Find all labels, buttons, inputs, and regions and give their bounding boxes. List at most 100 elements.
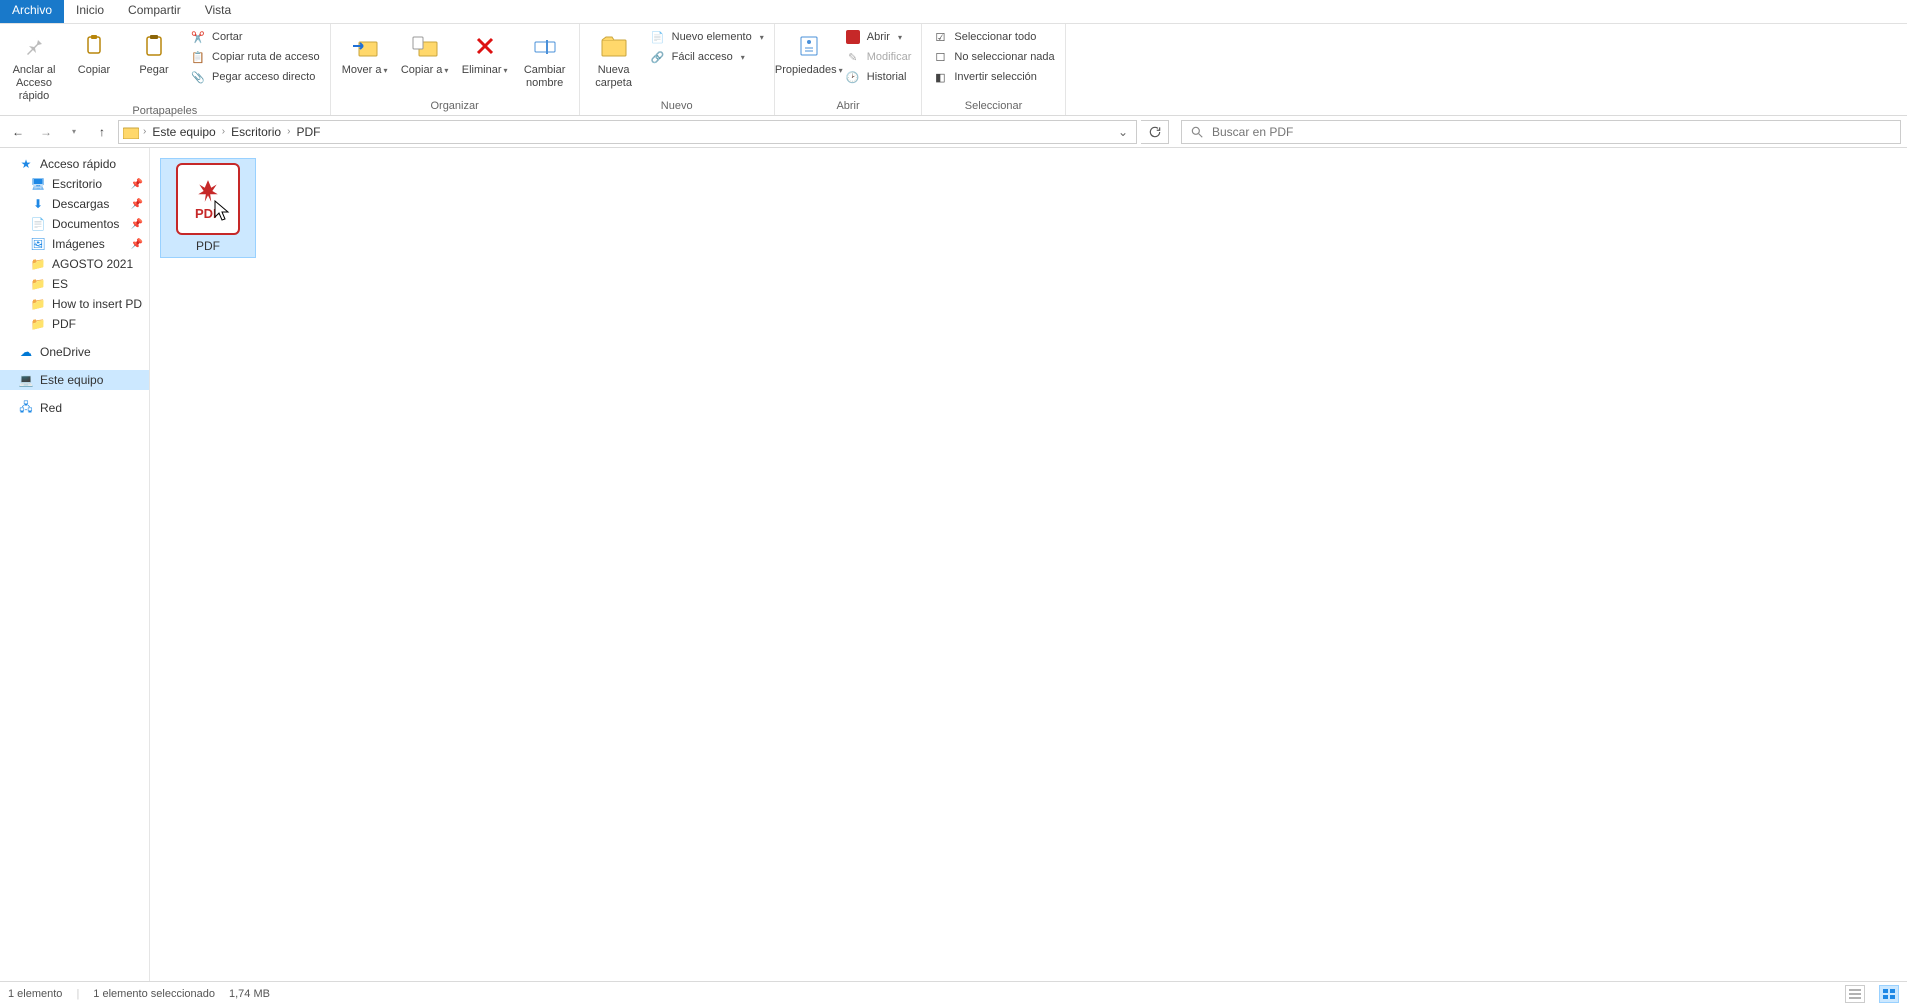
rename-icon [529, 30, 561, 62]
group-new: Nueva carpeta 📄 Nuevo elemento▾ 🔗 Fácil … [580, 24, 775, 115]
shortcut-icon: 📎 [190, 69, 206, 85]
main: ★ Acceso rápido 🖥 Escritorio 📌 ⬇ Descarg… [0, 148, 1907, 981]
group-open: Propiedades▾ Abrir▾ ✎ Modificar 🕑 Histor… [775, 24, 923, 115]
copy-to-button[interactable]: Copiar a▾ [397, 26, 453, 77]
pin-icon: 📌 [131, 239, 143, 250]
sidebar-downloads[interactable]: ⬇ Descargas 📌 [0, 194, 149, 214]
sidebar-folder-howto[interactable]: 📁 How to insert PDF in [0, 294, 149, 314]
open-icon [845, 29, 861, 45]
delete-button[interactable]: Eliminar▾ [457, 26, 513, 77]
move-to-button[interactable]: Mover a▾ [337, 26, 393, 77]
address-dropdown[interactable]: ⌄ [1114, 125, 1132, 139]
chevron-right-icon[interactable]: › [222, 126, 225, 137]
folder-icon: 📁 [30, 256, 46, 272]
copy-icon [78, 30, 110, 62]
group-organize: Mover a▾ Copiar a▾ Eliminar▾ Cambiar nom… [331, 24, 580, 115]
document-icon: 📄 [30, 216, 46, 232]
sidebar-folder-pdf[interactable]: 📁 PDF [0, 314, 149, 334]
file-list[interactable]: PDF PDF [150, 148, 1907, 981]
select-none-button[interactable]: ☐ No seleccionar nada [928, 48, 1058, 66]
easy-access-button[interactable]: 🔗 Fácil acceso▾ [646, 48, 768, 66]
chevron-down-icon: ▾ [383, 66, 387, 75]
copy-button[interactable]: Copiar [66, 26, 122, 77]
group-label-select: Seleccionar [928, 98, 1058, 115]
copy-path-button[interactable]: 📋 Copiar ruta de acceso [186, 48, 324, 66]
paste-shortcut-button[interactable]: 📎 Pegar acceso directo [186, 68, 324, 86]
new-item-button[interactable]: 📄 Nuevo elemento▾ [646, 28, 768, 46]
breadcrumb-item[interactable]: Escritorio [229, 125, 283, 139]
search-box[interactable] [1181, 120, 1901, 144]
recent-dropdown[interactable]: ▾ [62, 120, 86, 144]
history-button[interactable]: 🕑 Historial [841, 68, 916, 86]
sidebar-this-pc[interactable]: 💻 Este equipo [0, 370, 149, 390]
edit-icon: ✎ [845, 49, 861, 65]
rename-button[interactable]: Cambiar nombre [517, 26, 573, 90]
cut-button[interactable]: ✂️ Cortar [186, 28, 324, 46]
desktop-icon: 🖥 [30, 176, 46, 192]
view-details-button[interactable] [1845, 985, 1865, 1003]
pin-icon: 📌 [131, 179, 143, 190]
group-label-new: Nuevo [586, 98, 768, 115]
sidebar-network[interactable]: 🖧 Red [0, 398, 149, 418]
ribbon-tabs: Archivo Inicio Compartir Vista [0, 0, 1907, 24]
tab-file[interactable]: Archivo [0, 0, 64, 23]
new-item-icon: 📄 [650, 29, 666, 45]
modify-button[interactable]: ✎ Modificar [841, 48, 916, 66]
easy-access-icon: 🔗 [650, 49, 666, 65]
tab-share[interactable]: Compartir [116, 0, 193, 23]
status-item-count: 1 elemento [8, 988, 62, 1000]
scissors-icon: ✂️ [190, 29, 206, 45]
pin-icon: 📌 [131, 199, 143, 210]
file-label: PDF [196, 239, 220, 253]
sidebar-documents[interactable]: 📄 Documentos 📌 [0, 214, 149, 234]
breadcrumb-item[interactable]: Este equipo [150, 125, 217, 139]
chevron-right-icon[interactable]: › [143, 126, 146, 137]
folder-icon: 📁 [30, 276, 46, 292]
download-icon: ⬇ [30, 196, 46, 212]
back-button[interactable]: ← [6, 120, 30, 144]
chevron-down-icon: ▾ [444, 66, 448, 75]
sidebar-onedrive[interactable]: ☁ OneDrive [0, 342, 149, 362]
paste-button[interactable]: Pegar [126, 26, 182, 77]
sidebar-folder-agosto[interactable]: 📁 AGOSTO 2021 [0, 254, 149, 274]
group-label-open: Abrir [781, 98, 916, 115]
new-folder-button[interactable]: Nueva carpeta [586, 26, 642, 90]
folder-icon [123, 125, 139, 139]
invert-icon: ◧ [932, 69, 948, 85]
delete-icon [469, 30, 501, 62]
address-bar[interactable]: › Este equipo › Escritorio › PDF ⌄ [118, 120, 1137, 144]
tab-view[interactable]: Vista [193, 0, 243, 23]
search-input[interactable] [1212, 125, 1892, 139]
up-button[interactable]: ↑ [90, 120, 114, 144]
cloud-icon: ☁ [18, 344, 34, 360]
invert-selection-button[interactable]: ◧ Invertir selección [928, 68, 1058, 86]
new-folder-icon [598, 30, 630, 62]
properties-icon [793, 30, 825, 62]
select-all-button[interactable]: ☑ Seleccionar todo [928, 28, 1058, 46]
chevron-down-icon: ▾ [760, 33, 764, 42]
move-icon [349, 30, 381, 62]
group-label-clipboard: Portapapeles [6, 103, 324, 120]
chevron-right-icon[interactable]: › [287, 126, 290, 137]
pictures-icon: 🖼 [30, 236, 46, 252]
pin-quick-access-button[interactable]: Anclar al Acceso rápido [6, 26, 62, 103]
sidebar-pictures[interactable]: 🖼 Imágenes 📌 [0, 234, 149, 254]
chevron-down-icon: ▾ [741, 53, 745, 62]
forward-button[interactable]: → [34, 120, 58, 144]
tab-home[interactable]: Inicio [64, 0, 116, 23]
select-all-icon: ☑ [932, 29, 948, 45]
sidebar-desktop[interactable]: 🖥 Escritorio 📌 [0, 174, 149, 194]
view-icons-button[interactable] [1879, 985, 1899, 1003]
group-select: ☑ Seleccionar todo ☐ No seleccionar nada… [922, 24, 1065, 115]
pdf-file-icon: PDF [176, 163, 240, 235]
pc-icon: 💻 [18, 372, 34, 388]
paste-icon [138, 30, 170, 62]
open-button[interactable]: Abrir▾ [841, 28, 916, 46]
breadcrumb-item[interactable]: PDF [294, 125, 322, 139]
refresh-button[interactable] [1141, 120, 1169, 144]
star-icon: ★ [18, 156, 34, 172]
properties-button[interactable]: Propiedades▾ [781, 26, 837, 77]
file-item-pdf[interactable]: PDF PDF [160, 158, 256, 258]
sidebar-folder-es[interactable]: 📁 ES [0, 274, 149, 294]
sidebar-quick-access[interactable]: ★ Acceso rápido [0, 154, 149, 174]
